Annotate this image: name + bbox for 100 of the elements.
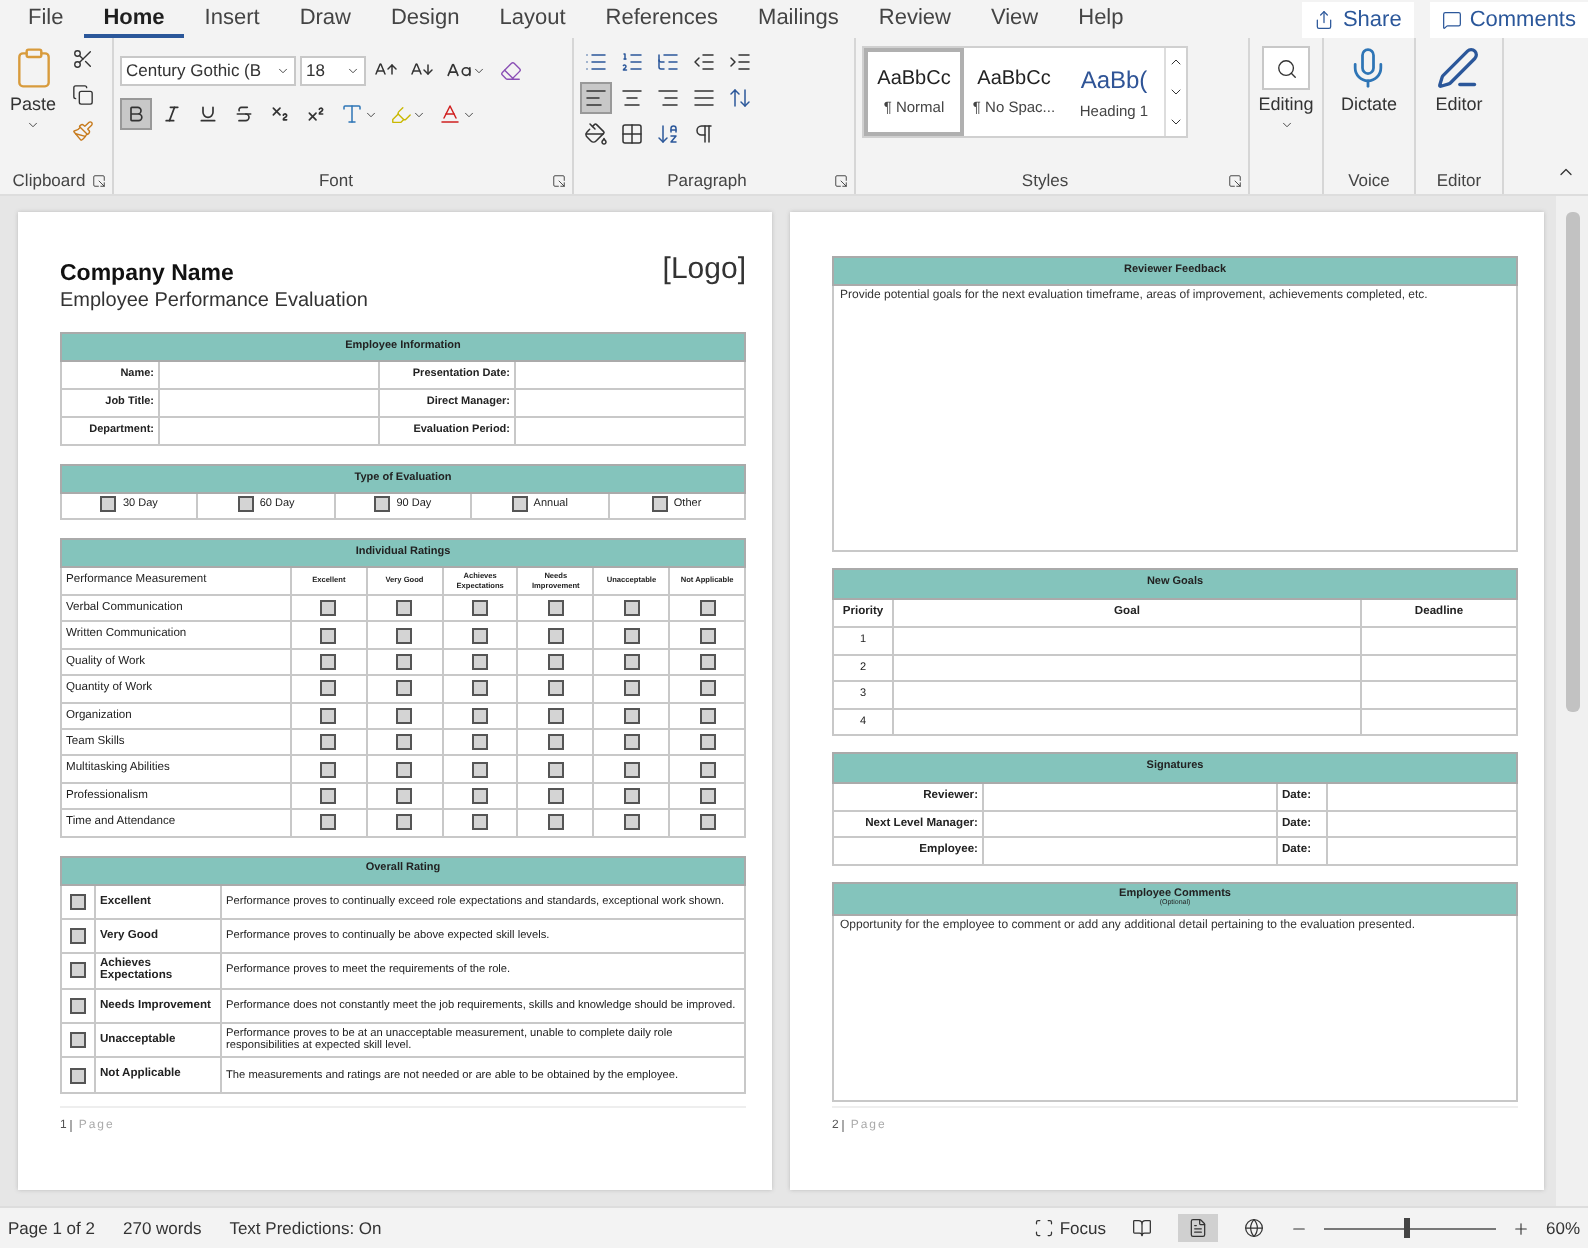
checkbox[interactable]	[699, 761, 716, 778]
checkbox[interactable]	[699, 627, 716, 644]
table-cell[interactable]	[1360, 654, 1517, 681]
checkbox[interactable]	[320, 761, 337, 778]
checkbox[interactable]	[623, 787, 640, 804]
scroll-thumb[interactable]	[1565, 212, 1579, 712]
logo-field[interactable]: [Logo]	[662, 252, 746, 286]
borders-button[interactable]	[616, 118, 648, 150]
table-cell[interactable]	[1327, 810, 1517, 837]
menu-tab[interactable]: Review	[858, 0, 971, 38]
checkbox[interactable]	[699, 734, 716, 751]
checkbox[interactable]	[699, 707, 716, 724]
checkbox[interactable]	[320, 787, 337, 804]
checkbox[interactable]	[70, 962, 86, 979]
table-cell[interactable]	[1360, 708, 1517, 735]
table-cell[interactable]	[1360, 681, 1517, 708]
shading-button[interactable]	[580, 118, 612, 150]
checkbox[interactable]	[547, 761, 564, 778]
checkbox[interactable]	[623, 627, 640, 644]
table-cell[interactable]	[983, 783, 1277, 810]
launcher-icon[interactable]	[552, 173, 566, 187]
align-button[interactable]	[580, 82, 612, 114]
checkbox[interactable]	[472, 680, 489, 697]
checkbox[interactable]	[100, 495, 117, 512]
table-cell[interactable]	[893, 654, 1361, 681]
checkbox[interactable]	[699, 600, 716, 617]
checkbox[interactable]	[320, 707, 337, 724]
checkbox[interactable]	[623, 653, 640, 670]
menu-tab[interactable]: File	[8, 0, 84, 38]
checkbox[interactable]	[320, 734, 337, 751]
checkbox[interactable]	[396, 734, 413, 751]
checkbox[interactable]	[396, 600, 413, 617]
checkbox[interactable]	[374, 495, 391, 512]
menu-tab[interactable]: Help	[1058, 0, 1144, 38]
checkbox[interactable]	[320, 600, 337, 617]
checkbox[interactable]	[699, 787, 716, 804]
checkbox[interactable]	[511, 495, 528, 512]
comments-button[interactable]: Comments	[1429, 1, 1588, 37]
checkbox[interactable]	[320, 627, 337, 644]
zoom-in-icon[interactable]	[1511, 1219, 1530, 1237]
checkbox[interactable]	[396, 627, 413, 644]
table-cell[interactable]	[515, 389, 745, 417]
font-name-field[interactable]: Century Gothic (B	[120, 55, 296, 85]
checkbox[interactable]	[396, 761, 413, 778]
checkbox[interactable]	[472, 814, 489, 831]
menu-tab[interactable]: Draw	[279, 0, 371, 38]
checkbox[interactable]	[623, 680, 640, 697]
checkbox[interactable]	[623, 814, 640, 831]
checkbox[interactable]	[547, 680, 564, 697]
focus-button[interactable]: Focus	[1033, 1218, 1106, 1238]
table-cell[interactable]	[893, 708, 1361, 735]
menu-tab[interactable]: Design	[370, 0, 480, 38]
checkbox[interactable]	[699, 653, 716, 670]
launcher-icon[interactable]	[1228, 173, 1242, 187]
menu-tab[interactable]: Home	[83, 0, 185, 38]
checkbox[interactable]	[70, 893, 86, 910]
editing-button[interactable]: Editing	[1256, 42, 1316, 136]
checkbox[interactable]	[70, 928, 86, 945]
zoom-thumb[interactable]	[1404, 1218, 1411, 1238]
table-cell[interactable]	[159, 389, 379, 417]
checkbox[interactable]	[651, 495, 668, 512]
table-cell[interactable]	[159, 417, 379, 445]
font-size-field[interactable]: 18	[300, 55, 366, 85]
table-cell[interactable]	[893, 681, 1361, 708]
checkbox[interactable]	[472, 600, 489, 617]
table-cell[interactable]	[983, 837, 1277, 864]
share-button[interactable]: Share	[1302, 1, 1414, 37]
checkbox[interactable]	[396, 680, 413, 697]
checkbox[interactable]	[70, 1032, 86, 1049]
checkbox[interactable]	[472, 787, 489, 804]
view-button[interactable]	[1177, 1214, 1218, 1242]
checkbox[interactable]	[547, 600, 564, 617]
checkbox[interactable]	[699, 814, 716, 831]
checkbox[interactable]	[472, 761, 489, 778]
checkbox[interactable]	[472, 653, 489, 670]
checkbox[interactable]	[396, 653, 413, 670]
scrollbar[interactable]	[1556, 196, 1588, 1206]
checkbox[interactable]	[623, 707, 640, 724]
menu-tab[interactable]: Insert	[184, 0, 280, 38]
checkbox[interactable]	[472, 734, 489, 751]
table-cell[interactable]	[159, 361, 379, 389]
checkbox[interactable]	[547, 707, 564, 724]
checkbox[interactable]	[547, 653, 564, 670]
checkbox[interactable]	[472, 707, 489, 724]
checkbox[interactable]	[547, 814, 564, 831]
table-cell[interactable]	[1360, 627, 1517, 654]
checkbox[interactable]	[623, 761, 640, 778]
checkbox[interactable]	[320, 680, 337, 697]
checkbox[interactable]	[320, 653, 337, 670]
paste-button[interactable]: Paste	[6, 42, 61, 166]
checkbox[interactable]	[396, 787, 413, 804]
menu-tab[interactable]: Mailings	[738, 0, 859, 38]
launcher-icon[interactable]	[834, 173, 848, 187]
checkbox[interactable]	[320, 814, 337, 831]
checkbox[interactable]	[623, 734, 640, 751]
table-cell[interactable]	[893, 627, 1361, 654]
checkbox[interactable]	[699, 680, 716, 697]
menu-tab[interactable]: References	[585, 0, 739, 38]
checkbox[interactable]	[547, 787, 564, 804]
format-button[interactable]	[120, 98, 152, 130]
